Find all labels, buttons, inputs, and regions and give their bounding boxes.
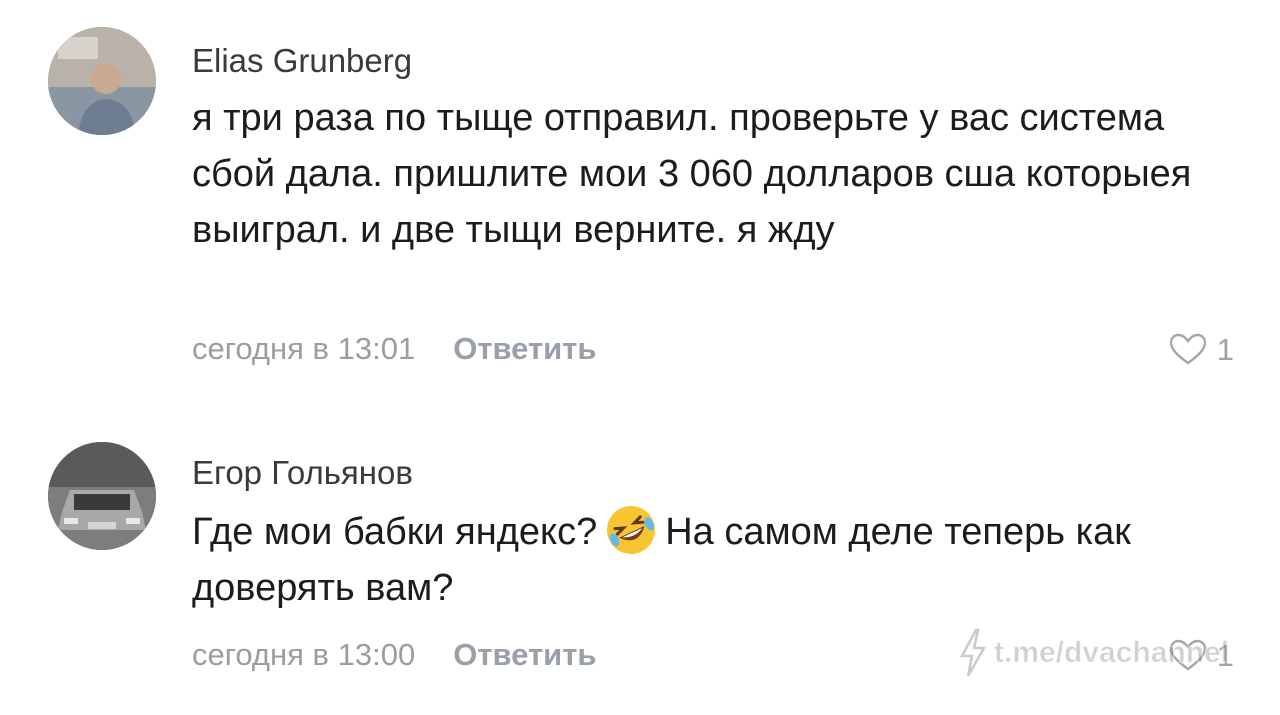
reply-button[interactable]: Ответить [453,637,596,672]
comment-text: Где мои бабки яндекс? На самом деле тепе… [192,502,1252,616]
watermark: t.me/dvachannel [958,628,1230,678]
lightning-bolt-icon [958,628,988,678]
car-photo-icon [48,442,156,550]
avatar[interactable] [48,27,156,135]
comment-timestamp: сегодня в 13:01 [192,331,416,366]
user-photo-icon [48,27,156,135]
like-count: 1 [1216,331,1234,367]
comment-timestamp: сегодня в 13:00 [192,637,416,672]
reply-button[interactable]: Ответить [453,331,596,366]
watermark-text: t.me/dvachannel [993,636,1230,670]
comment-text-part: Где мои бабки яндекс? [192,511,598,553]
comment-meta: сегодня в 13:01 Ответить [192,333,596,364]
avatar[interactable] [48,442,156,550]
comment-author[interactable]: Elias Grunberg [192,44,412,77]
comment-meta: сегодня в 13:00 Ответить [192,639,596,670]
rolling-on-floor-laughing-emoji-icon [603,502,659,558]
comment-author[interactable]: Егор Гольянов [192,456,413,489]
like-button[interactable]: 1 [1169,333,1234,365]
heart-icon [1169,333,1207,365]
comment-text: я три раза по тыще отправил. проверьте у… [192,97,1192,251]
